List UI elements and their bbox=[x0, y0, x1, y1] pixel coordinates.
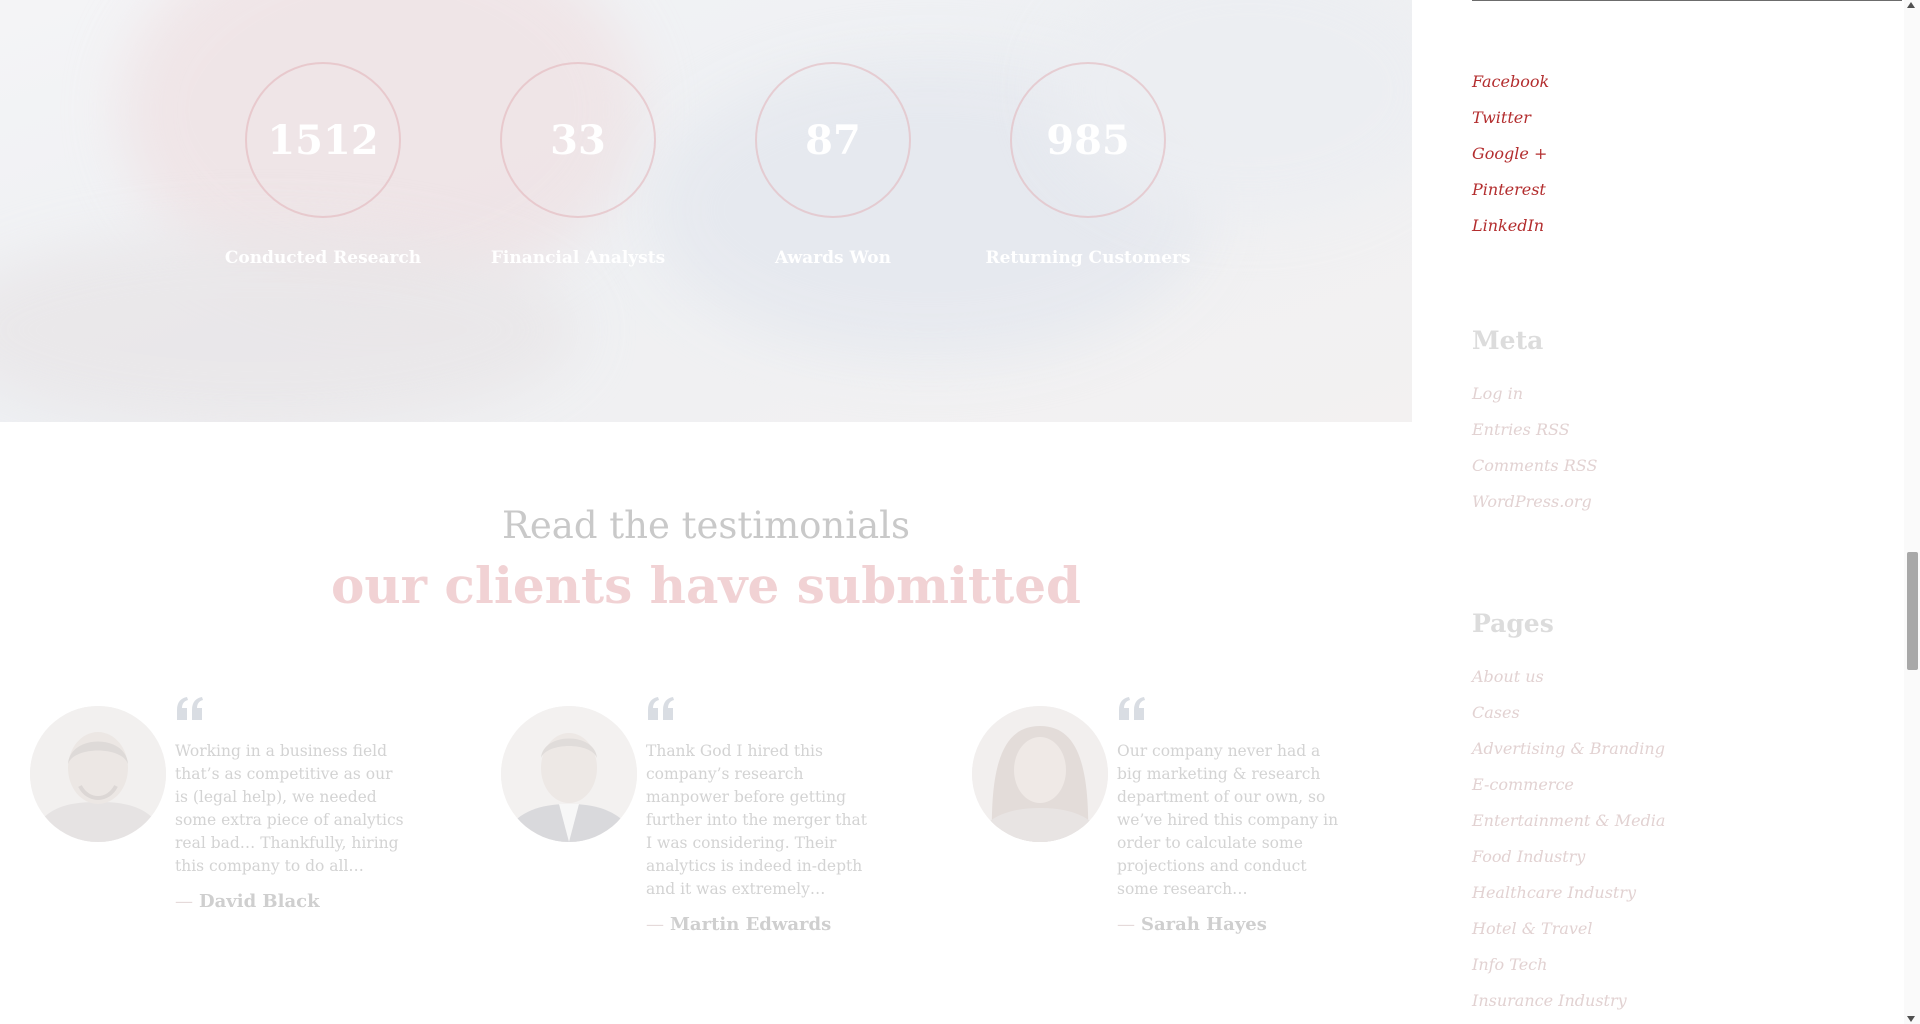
testimonials-heading: Read the testimonials bbox=[502, 504, 910, 547]
testimonial-text: Working in a business field that’s as co… bbox=[175, 742, 404, 875]
counter-ring: 985 bbox=[1010, 62, 1166, 218]
testimonial-text: Our company never had a big marketing & … bbox=[1117, 742, 1339, 898]
social-link-twitter[interactable]: Twitter bbox=[1472, 100, 1549, 136]
testimonial-card: Our company never had a big marketing & … bbox=[942, 696, 1402, 956]
counter-ring: 87 bbox=[755, 62, 911, 218]
social-link-pinterest[interactable]: Pinterest bbox=[1472, 172, 1549, 208]
social-link-linkedin[interactable]: LinkedIn bbox=[1472, 208, 1549, 244]
divider bbox=[1472, 0, 1902, 1]
scrollbar-thumb[interactable] bbox=[1907, 552, 1918, 670]
author-dash: — bbox=[1117, 914, 1135, 935]
quote-icon bbox=[177, 697, 203, 720]
counter-ring: 1512 bbox=[245, 62, 401, 218]
author-dash: — bbox=[175, 891, 193, 912]
counter-conducted-research: 1512 Conducted Research bbox=[203, 62, 443, 268]
counter-label: Awards Won bbox=[775, 248, 891, 268]
avatar-image bbox=[972, 706, 1108, 842]
scroll-down-arrow-icon[interactable] bbox=[1907, 1016, 1915, 1022]
counter-value: 1512 bbox=[267, 116, 379, 164]
counter-label: Conducted Research bbox=[224, 248, 422, 268]
testimonial-author: — Sarah Hayes bbox=[1117, 913, 1347, 936]
counter-value: 33 bbox=[550, 116, 606, 164]
counter-value: 87 bbox=[805, 116, 861, 164]
meta-link-comments-rss[interactable]: Comments RSS bbox=[1472, 448, 1597, 484]
testimonial-body: Our company never had a big marketing & … bbox=[1117, 740, 1347, 936]
page-link-entertainment-media[interactable]: Entertainment & Media bbox=[1472, 803, 1665, 839]
page-link-healthcare-industry[interactable]: Healthcare Industry bbox=[1472, 875, 1665, 911]
meta-link-login[interactable]: Log in bbox=[1472, 376, 1597, 412]
testimonial-author: — Martin Edwards bbox=[646, 913, 876, 936]
testimonials-subheading: our clients have submitted bbox=[330, 556, 1082, 615]
page-link-insurance-industry[interactable]: Insurance Industry bbox=[1472, 983, 1665, 1019]
testimonial-card: Thank God I hired this company’s researc… bbox=[471, 696, 931, 956]
avatar bbox=[972, 706, 1108, 842]
testimonial-author: — David Black bbox=[175, 890, 405, 913]
sidebar: Facebook Twitter Google + Pinterest Link… bbox=[1472, 0, 1902, 1024]
counter-returning-customers: 985 Returning Customers bbox=[968, 62, 1208, 268]
page-link-food-industry[interactable]: Food Industry bbox=[1472, 839, 1665, 875]
social-links: Facebook Twitter Google + Pinterest Link… bbox=[1472, 64, 1549, 244]
page-link-cases[interactable]: Cases bbox=[1472, 695, 1665, 731]
scroll-up-arrow-icon[interactable] bbox=[1907, 2, 1915, 8]
page-link-info-tech[interactable]: Info Tech bbox=[1472, 947, 1665, 983]
counter-awards-won: 87 Awards Won bbox=[713, 62, 953, 268]
author-name: Martin Edwards bbox=[670, 914, 832, 935]
counter-label: Financial Analysts bbox=[490, 248, 666, 268]
quote-icon bbox=[648, 697, 674, 720]
avatar-image bbox=[30, 706, 166, 842]
author-name: Sarah Hayes bbox=[1141, 914, 1267, 935]
social-link-google-plus[interactable]: Google + bbox=[1472, 136, 1549, 172]
counter-value: 985 bbox=[1046, 116, 1130, 164]
testimonial-body: Thank God I hired this company’s researc… bbox=[646, 740, 876, 936]
counter-label: Returning Customers bbox=[985, 248, 1191, 268]
page-link-e-commerce[interactable]: E-commerce bbox=[1472, 767, 1665, 803]
testimonial-card: Working in a business field that’s as co… bbox=[0, 696, 460, 956]
social-link-facebook[interactable]: Facebook bbox=[1472, 64, 1549, 100]
avatar bbox=[30, 706, 166, 842]
page-link-advertising-branding[interactable]: Advertising & Branding bbox=[1472, 731, 1665, 767]
stats-section: 1512 Conducted Research 33 Financial Ana… bbox=[0, 0, 1412, 422]
pages-widget-title: Pages bbox=[1472, 609, 1554, 638]
page-link-hotel-travel[interactable]: Hotel & Travel bbox=[1472, 911, 1665, 947]
meta-link-entries-rss[interactable]: Entries RSS bbox=[1472, 412, 1597, 448]
page-link-about-us[interactable]: About us bbox=[1472, 659, 1665, 695]
author-name: David Black bbox=[199, 891, 320, 912]
counter-financial-analysts: 33 Financial Analysts bbox=[458, 62, 698, 268]
meta-links: Log in Entries RSS Comments RSS WordPres… bbox=[1472, 376, 1597, 520]
testimonial-text: Thank God I hired this company’s researc… bbox=[646, 742, 867, 898]
avatar-image bbox=[501, 706, 637, 842]
pages-links: About us Cases Advertising & Branding E-… bbox=[1472, 659, 1665, 1019]
meta-link-wordpress-org[interactable]: WordPress.org bbox=[1472, 484, 1597, 520]
counter-ring: 33 bbox=[500, 62, 656, 218]
author-dash: — bbox=[646, 914, 664, 935]
avatar bbox=[501, 706, 637, 842]
meta-widget-title: Meta bbox=[1472, 326, 1544, 355]
scrollbar[interactable] bbox=[1904, 0, 1920, 1024]
quote-icon bbox=[1119, 697, 1145, 720]
testimonial-body: Working in a business field that’s as co… bbox=[175, 740, 405, 913]
